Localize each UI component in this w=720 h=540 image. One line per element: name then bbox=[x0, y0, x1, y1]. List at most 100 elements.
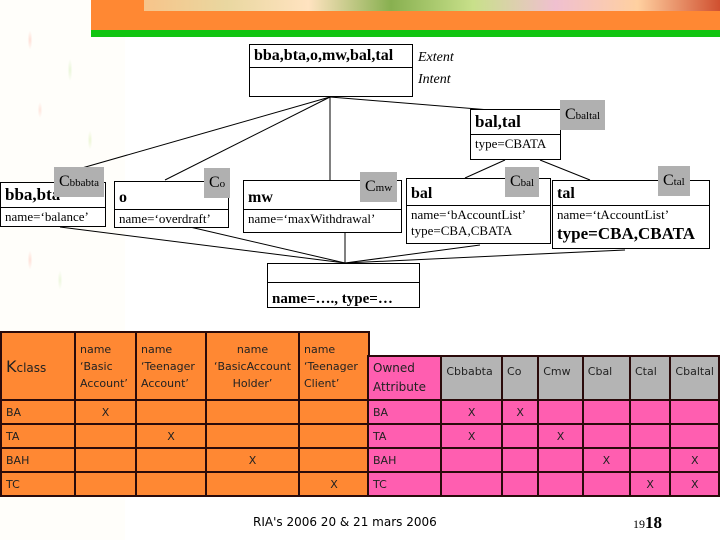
table-row: BAH X X bbox=[366, 447, 720, 473]
row-label: TC bbox=[0, 471, 76, 497]
page-number-big: 18 bbox=[645, 513, 662, 532]
table-cell bbox=[440, 471, 504, 497]
header-line: Account’ bbox=[80, 376, 128, 390]
extent-label: Extent bbox=[418, 50, 454, 65]
tag-letter: C bbox=[663, 172, 674, 189]
column-header: Cbal bbox=[581, 355, 631, 401]
concept-tag-baltal: Cbaltal bbox=[560, 100, 606, 130]
class-context-table: Kclass name ‘Basic Account’ name ‘Teenager A… bbox=[0, 331, 370, 497]
table-cell: X bbox=[205, 447, 300, 473]
header-line: Holder’ bbox=[232, 376, 273, 390]
concept-tag-bal: Cbal bbox=[505, 167, 540, 197]
concept-intent: name=…., type=… bbox=[268, 282, 419, 309]
concept-tag-bbabta: Cbbabta bbox=[54, 167, 104, 197]
edge-top-baltal bbox=[329, 96, 491, 111]
table-cell bbox=[298, 399, 370, 425]
header-line: Client’ bbox=[304, 376, 340, 390]
table-cell bbox=[74, 471, 137, 497]
table-cell bbox=[135, 471, 207, 497]
table-row: BAH X bbox=[0, 447, 370, 473]
table-cell bbox=[74, 423, 137, 449]
concept-intent: name=‘balance’ bbox=[1, 207, 105, 225]
tag-letter: C bbox=[510, 173, 521, 190]
intent-type: type=CBA,CBATA bbox=[411, 223, 513, 238]
concept-extent: bal,tal bbox=[475, 112, 521, 131]
concept-extent: bba,bta,o,mw,bal,tal bbox=[254, 47, 394, 64]
header-line: name bbox=[80, 342, 112, 356]
table-cell bbox=[581, 399, 631, 425]
concept-tag-tal: Ctal bbox=[658, 166, 690, 196]
row-label: BA bbox=[366, 399, 443, 425]
table-cell bbox=[628, 423, 672, 449]
table-cell bbox=[135, 447, 207, 473]
table-cell: X bbox=[537, 423, 584, 449]
corner-k: K bbox=[6, 356, 17, 376]
tag-subscript: tal bbox=[673, 176, 685, 188]
concept-intent: type=CBATA bbox=[471, 134, 560, 152]
edge-baltal-tal bbox=[539, 159, 591, 181]
table-cell bbox=[628, 399, 672, 425]
concept-intent: name=‘tAccountList’ type=CBA,CBATA bbox=[553, 205, 709, 247]
table-corner: Owned Attribute bbox=[366, 355, 443, 401]
table-cell bbox=[501, 447, 540, 473]
header-line: name bbox=[304, 342, 336, 356]
table-header-row: Kclass name ‘Basic Account’ name ‘Teenager A… bbox=[0, 331, 370, 401]
table-cell bbox=[501, 471, 540, 497]
table-cell bbox=[581, 471, 631, 497]
table-cell: X bbox=[669, 471, 720, 497]
table-cell bbox=[537, 399, 584, 425]
table-cell bbox=[537, 447, 584, 473]
column-header: name ‘Teenager Client’ bbox=[298, 331, 370, 401]
page-number: 1918 bbox=[633, 513, 662, 533]
table-cell bbox=[669, 399, 720, 425]
table-corner: Kclass bbox=[0, 331, 76, 401]
attribute-context-table: Owned Attribute Cbbabta Co Cmw Cbal Ctal … bbox=[366, 355, 720, 497]
concept-baltal: bal,tal type=CBATA bbox=[470, 109, 561, 160]
concept-intent: name=‘bAccountList’ type=CBA,CBATA bbox=[407, 205, 550, 240]
table-row: TC X bbox=[0, 471, 370, 497]
row-label: BAH bbox=[366, 447, 443, 473]
table-cell bbox=[205, 423, 300, 449]
row-label: TA bbox=[0, 423, 76, 449]
table-cell bbox=[298, 423, 370, 449]
table-row: BA X bbox=[0, 399, 370, 425]
table-cell: X bbox=[74, 399, 137, 425]
tag-subscript: bal bbox=[520, 177, 535, 189]
edge-tal-bottom bbox=[344, 249, 626, 264]
column-header: Cbaltal bbox=[669, 355, 720, 401]
table-cell: X bbox=[440, 399, 504, 425]
header-line: ‘BasicAccount bbox=[213, 359, 292, 373]
header-line: ‘Teenager bbox=[304, 359, 358, 373]
intent-name: name=‘tAccountList’ bbox=[557, 207, 670, 222]
tag-subscript: o bbox=[219, 178, 226, 190]
table-cell: X bbox=[581, 447, 631, 473]
table-cell bbox=[669, 423, 720, 449]
table-cell bbox=[581, 423, 631, 449]
corner-line: Attribute bbox=[373, 380, 426, 394]
tag-subscript: bbabta bbox=[69, 177, 99, 189]
table-row: TA X bbox=[0, 423, 370, 449]
table-cell: X bbox=[135, 423, 207, 449]
tag-subscript: mw bbox=[375, 182, 393, 194]
header-line: name bbox=[236, 342, 269, 356]
concept-bottom: name=…., type=… bbox=[267, 263, 420, 308]
edge-top-bbabta bbox=[74, 96, 331, 171]
intent-name: name=‘bAccountList’ bbox=[411, 207, 526, 222]
intent-type: type=CBA,CBATA bbox=[557, 224, 695, 243]
footer-text: RIA's 2006 20 & 21 mars 2006 bbox=[253, 515, 437, 529]
concept-tag-o: Co bbox=[204, 168, 231, 198]
column-header: name ‘Basic Account’ bbox=[74, 331, 137, 401]
edge-baltal-bal bbox=[464, 159, 506, 179]
table-cell bbox=[501, 423, 540, 449]
concept-top: bba,bta,o,mw,bal,tal bbox=[249, 44, 413, 97]
header-line: Account’ bbox=[141, 376, 189, 390]
header-line: name bbox=[141, 342, 173, 356]
column-header: Cbbabta bbox=[440, 355, 504, 401]
tag-letter: C bbox=[365, 178, 376, 195]
table-header-row: Owned Attribute Cbbabta Co Cmw Cbal Ctal … bbox=[366, 355, 720, 401]
tag-letter: C bbox=[59, 173, 70, 190]
table-cell: X bbox=[628, 471, 672, 497]
table-cell bbox=[135, 399, 207, 425]
table-cell bbox=[205, 399, 300, 425]
table-cell bbox=[298, 447, 370, 473]
